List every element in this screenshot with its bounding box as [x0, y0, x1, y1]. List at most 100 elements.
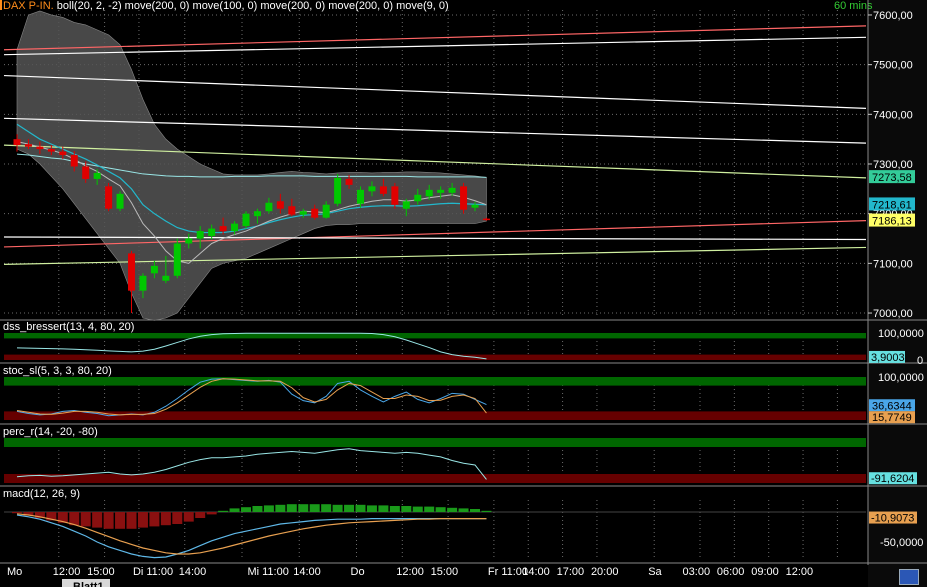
- candle-body: [219, 226, 227, 232]
- toolbar-icon[interactable]: [899, 569, 919, 585]
- candle-body: [265, 202, 273, 212]
- candle-body: [253, 211, 261, 217]
- macd-histogram-bar: [470, 509, 480, 512]
- candle-body: [276, 201, 284, 209]
- macd-histogram-bar: [206, 512, 217, 515]
- y-tick-label: -50,0000: [880, 537, 923, 549]
- macd-histogram-bar: [172, 512, 183, 524]
- candle-body: [93, 172, 101, 179]
- symbol-marker: [0, 0, 2, 10]
- candle-body: [334, 177, 342, 204]
- candle-body: [242, 213, 250, 227]
- macd-histogram-bar: [229, 508, 240, 512]
- macd-histogram-bar: [435, 507, 446, 512]
- chart-header: DAX P-IN. boll(20, 2, -2) move(200, 0) m…: [3, 0, 449, 12]
- macd-histogram-bar: [332, 504, 343, 512]
- macd-histogram-bar: [218, 510, 229, 512]
- macd-histogram-bar: [275, 504, 286, 512]
- x-tick-label: 06:00: [717, 566, 745, 578]
- interval-label: 60 mins: [834, 0, 873, 12]
- y-tick-label: 100,0000: [878, 328, 924, 340]
- macd-histogram-bar: [458, 508, 469, 512]
- candle-body: [425, 189, 433, 197]
- candle-body: [185, 238, 193, 244]
- candle-body: [47, 149, 55, 152]
- macd-histogram-bar: [137, 512, 148, 528]
- candle-body: [299, 211, 307, 215]
- candle-body: [482, 218, 490, 221]
- x-tick-label: 17:00: [557, 566, 585, 578]
- x-tick-label: 15:00: [431, 566, 459, 578]
- panel-title: macd(12, 26, 9): [3, 488, 80, 500]
- value-tag-label: 15,7749: [872, 412, 912, 424]
- trading-chart[interactable]: DAX P-IN. boll(20, 2, -2) move(200, 0) m…: [0, 0, 927, 587]
- candle-body: [208, 228, 216, 237]
- price-axis-area: [868, 0, 927, 587]
- candle-body: [345, 178, 353, 185]
- candle-body: [139, 275, 147, 291]
- y-tick-label: 0: [917, 355, 923, 367]
- overbought-zone: [4, 377, 866, 386]
- value-tag-label: -10,9073: [871, 513, 914, 525]
- macd-histogram-bar: [321, 504, 332, 512]
- macd-histogram-bar: [366, 505, 377, 512]
- x-tick-label: Di 11:00: [133, 566, 173, 578]
- y-tick-label: 100,0000: [878, 372, 924, 384]
- macd-histogram-bar: [412, 506, 423, 512]
- y-tick-label: 7000,00: [873, 308, 913, 320]
- oversold-zone: [4, 474, 866, 483]
- candle-body: [116, 193, 124, 209]
- value-tag-label: 36,6344: [872, 400, 912, 412]
- candle-body: [357, 189, 364, 204]
- macd-histogram-bar: [389, 506, 400, 512]
- value-tag-label: -91,6204: [871, 473, 914, 485]
- macd-histogram-bar: [160, 512, 171, 526]
- y-tick-label: 7600,00: [873, 10, 913, 22]
- candle-body: [437, 189, 445, 193]
- macd-histogram-bar: [149, 512, 160, 527]
- candle-body: [322, 204, 330, 218]
- macd-histogram-bar: [126, 512, 137, 529]
- macd-histogram-bar: [286, 504, 297, 512]
- candle-body: [173, 243, 181, 276]
- y-tick-label: 7100,00: [873, 258, 913, 270]
- candle-body: [460, 186, 468, 210]
- candle-body: [70, 155, 78, 167]
- macd-histogram-bar: [344, 504, 355, 512]
- candle-body: [36, 146, 44, 150]
- candle-body: [105, 186, 113, 209]
- macd-histogram-bar: [183, 512, 194, 522]
- candle-body: [82, 166, 90, 179]
- macd-histogram-bar: [378, 505, 389, 512]
- macd-histogram-bar: [481, 510, 492, 512]
- x-tick-label: 20:00: [591, 566, 619, 578]
- overbought-zone: [4, 333, 866, 339]
- oversold-zone: [4, 411, 866, 420]
- x-tick-label: 14:00: [179, 566, 207, 578]
- panel-title: perc_r(14, -20, -80): [3, 426, 98, 438]
- x-tick-label: Mo: [7, 566, 22, 578]
- candle-body: [59, 151, 67, 156]
- x-tick-label: 15:00: [87, 566, 115, 578]
- macd-histogram-bar: [263, 505, 274, 512]
- candle-body: [471, 204, 479, 208]
- panel-title: dss_bressert(13, 4, 80, 20): [3, 321, 134, 333]
- macd-histogram-bar: [195, 512, 206, 518]
- x-tick-label: 12:00: [786, 566, 814, 578]
- candle-body: [196, 231, 204, 239]
- macd-histogram-bar: [252, 506, 263, 512]
- price-tag-label: 7218,61: [872, 199, 912, 211]
- indicator-list: boll(20, 2, -2) move(200, 0) move(100, 0…: [57, 0, 449, 12]
- x-tick-label: 03:00: [683, 566, 711, 578]
- macd-histogram-bar: [355, 504, 366, 512]
- x-tick-label: 09:00: [751, 566, 779, 578]
- x-tick-label: 12:00: [396, 566, 424, 578]
- oversold-zone: [4, 354, 866, 360]
- value-tag-label: 3,9003: [871, 352, 905, 364]
- x-tick-label: Do: [351, 566, 365, 578]
- panel-title: stoc_sl(5, 3, 3, 80, 20): [3, 365, 112, 377]
- candle-body: [311, 208, 319, 218]
- candle-body: [288, 206, 296, 215]
- y-tick-label: 7300,00: [873, 159, 913, 171]
- macd-histogram-bar: [12, 512, 22, 514]
